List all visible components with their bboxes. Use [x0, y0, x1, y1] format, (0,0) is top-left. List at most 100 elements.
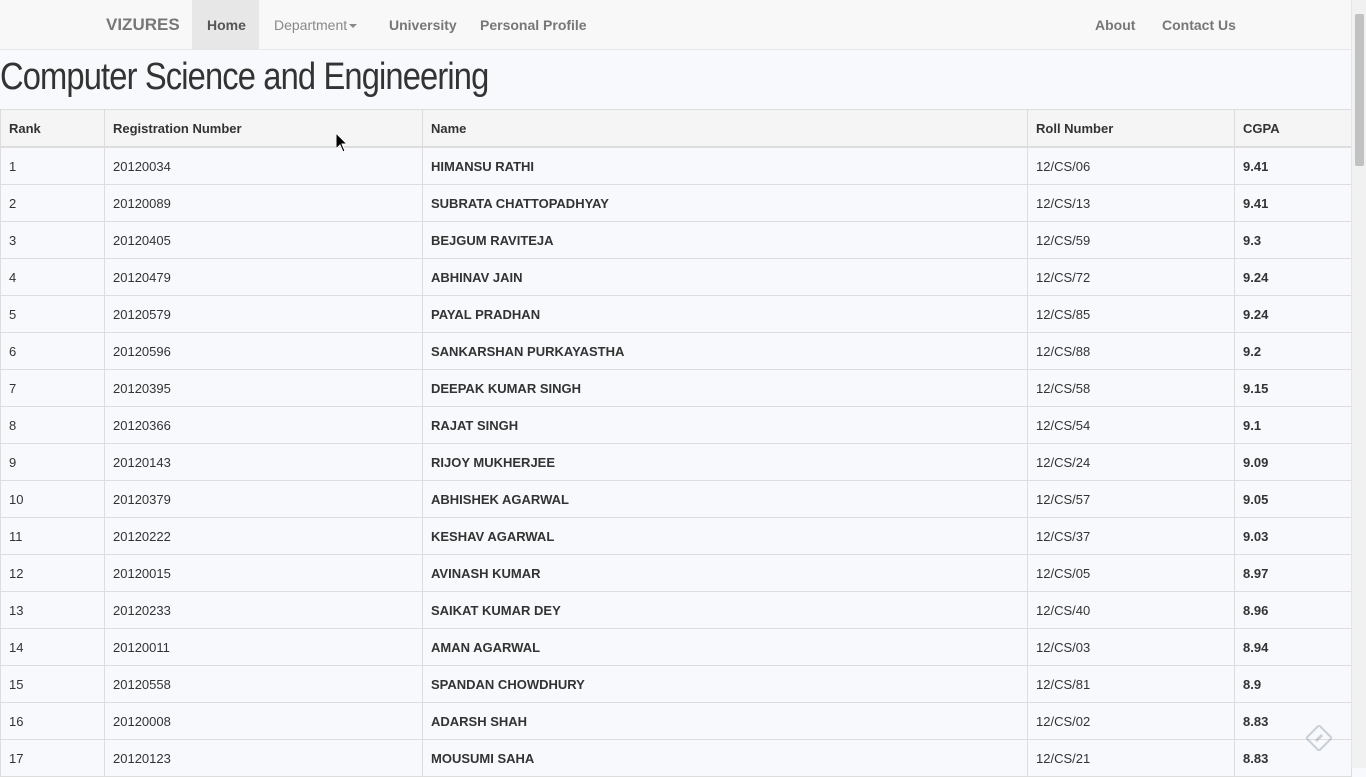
cell-registration-number: 20120558	[104, 665, 423, 703]
cell-roll-number: 12/CS/59	[1027, 221, 1235, 259]
cell-cgpa: 9.24	[1234, 295, 1352, 333]
header-cgpa[interactable]: CGPA	[1234, 109, 1352, 148]
cell-name: KESHAV AGARWAL	[422, 517, 1028, 555]
table-row: 16 20120008 ADARSH SHAH 12/CS/02 8.83	[0, 702, 1352, 740]
cell-rank: 2	[0, 184, 105, 222]
cell-cgpa: 9.41	[1234, 146, 1352, 185]
cell-name: AVINASH KUMAR	[422, 554, 1028, 592]
cell-name: HIMANSU RATHI	[422, 146, 1028, 185]
cell-name: BEJGUM RAVITEJA	[422, 221, 1028, 259]
cell-registration-number: 20120596	[104, 332, 423, 370]
cell-rank: 13	[0, 591, 105, 629]
table-header-row: Rank Registration Number Name Roll Numbe…	[0, 109, 1352, 148]
cell-rank: 17	[0, 739, 105, 777]
nav-about[interactable]: About	[1080, 0, 1150, 50]
table-row: 17 20120123 MOUSUMI SAHA 12/CS/21 8.83	[0, 739, 1352, 777]
cell-registration-number: 20120222	[104, 517, 423, 555]
cell-registration-number: 20120008	[104, 702, 423, 740]
nav-department[interactable]: Department	[259, 0, 372, 50]
cell-cgpa: 8.83	[1234, 739, 1352, 777]
cell-rank: 10	[0, 480, 105, 518]
cell-registration-number: 20120011	[104, 628, 423, 666]
cell-name: RAJAT SINGH	[422, 406, 1028, 444]
cell-rank: 8	[0, 406, 105, 444]
cell-name: SAIKAT KUMAR DEY	[422, 591, 1028, 629]
edit-pencil-icon[interactable]	[1306, 725, 1332, 751]
cell-cgpa: 9.09	[1234, 443, 1352, 481]
vertical-scrollbar[interactable]	[1351, 0, 1366, 768]
nav-department-label: Department	[274, 17, 348, 33]
cell-roll-number: 12/CS/21	[1027, 739, 1235, 777]
cell-roll-number: 12/CS/24	[1027, 443, 1235, 481]
cell-roll-number: 12/CS/40	[1027, 591, 1235, 629]
cell-rank: 4	[0, 258, 105, 296]
cell-name: RIJOY MUKHERJEE	[422, 443, 1028, 481]
cell-name: SANKARSHAN PURKAYASTHA	[422, 332, 1028, 370]
table-row: 3 20120405 BEJGUM RAVITEJA 12/CS/59 9.3	[0, 221, 1352, 259]
cell-roll-number: 12/CS/03	[1027, 628, 1235, 666]
cell-name: AMAN AGARWAL	[422, 628, 1028, 666]
header-name[interactable]: Name	[422, 109, 1028, 148]
cell-roll-number: 12/CS/81	[1027, 665, 1235, 703]
cell-roll-number: 12/CS/57	[1027, 480, 1235, 518]
cell-registration-number: 20120405	[104, 221, 423, 259]
cell-registration-number: 20120034	[104, 146, 423, 185]
cell-name: DEEPAK KUMAR SINGH	[422, 369, 1028, 407]
navbar: VIZURES Home Department University Perso…	[0, 0, 1351, 50]
cell-name: ABHINAV JAIN	[422, 258, 1028, 296]
table-row: 5 20120579 PAYAL PRADHAN 12/CS/85 9.24	[0, 295, 1352, 333]
cell-rank: 14	[0, 628, 105, 666]
nav-contact-us[interactable]: Contact Us	[1147, 0, 1251, 50]
cell-cgpa: 8.9	[1234, 665, 1352, 703]
table-row: 10 20120379 ABHISHEK AGARWAL 12/CS/57 9.05	[0, 480, 1352, 518]
cell-registration-number: 20120089	[104, 184, 423, 222]
cell-cgpa: 9.24	[1234, 258, 1352, 296]
header-roll-number[interactable]: Roll Number	[1027, 109, 1235, 148]
cell-registration-number: 20120379	[104, 480, 423, 518]
cell-registration-number: 20120143	[104, 443, 423, 481]
header-rank[interactable]: Rank	[0, 109, 105, 148]
table-row: 15 20120558 SPANDAN CHOWDHURY 12/CS/81 8.9	[0, 665, 1352, 703]
cell-rank: 3	[0, 221, 105, 259]
header-registration-number[interactable]: Registration Number	[104, 109, 423, 148]
scrollbar-thumb[interactable]	[1355, 14, 1364, 166]
cell-registration-number: 20120123	[104, 739, 423, 777]
cell-rank: 5	[0, 295, 105, 333]
cell-rank: 7	[0, 369, 105, 407]
cell-cgpa: 9.05	[1234, 480, 1352, 518]
cell-rank: 1	[0, 146, 105, 185]
table-row: 7 20120395 DEEPAK KUMAR SINGH 12/CS/58 9.15	[0, 369, 1352, 407]
cell-registration-number: 20120479	[104, 258, 423, 296]
nav-home[interactable]: Home	[192, 0, 259, 50]
cell-roll-number: 12/CS/88	[1027, 332, 1235, 370]
cell-rank: 6	[0, 332, 105, 370]
table-row: 12 20120015 AVINASH KUMAR 12/CS/05 8.97	[0, 554, 1352, 592]
table-row: 8 20120366 RAJAT SINGH 12/CS/54 9.1	[0, 406, 1352, 444]
cell-name: MOUSUMI SAHA	[422, 739, 1028, 777]
cell-registration-number: 20120395	[104, 369, 423, 407]
cell-registration-number: 20120366	[104, 406, 423, 444]
cell-roll-number: 12/CS/54	[1027, 406, 1235, 444]
cell-rank: 11	[0, 517, 105, 555]
table-row: 9 20120143 RIJOY MUKHERJEE 12/CS/24 9.09	[0, 443, 1352, 481]
cell-cgpa: 8.96	[1234, 591, 1352, 629]
cell-rank: 16	[0, 702, 105, 740]
cell-name: ABHISHEK AGARWAL	[422, 480, 1028, 518]
nav-university[interactable]: University	[374, 0, 472, 50]
table-row: 1 20120034 HIMANSU RATHI 12/CS/06 9.41	[0, 146, 1352, 185]
cell-cgpa: 9.41	[1234, 184, 1352, 222]
cell-name: PAYAL PRADHAN	[422, 295, 1028, 333]
cell-roll-number: 12/CS/58	[1027, 369, 1235, 407]
cell-registration-number: 20120233	[104, 591, 423, 629]
cell-cgpa: 8.94	[1234, 628, 1352, 666]
nav-personal-profile[interactable]: Personal Profile	[465, 0, 602, 50]
ranking-table: Rank Registration Number Name Roll Numbe…	[0, 109, 1352, 777]
cell-cgpa: 9.03	[1234, 517, 1352, 555]
cell-name: SPANDAN CHOWDHURY	[422, 665, 1028, 703]
cell-cgpa: 9.3	[1234, 221, 1352, 259]
cell-rank: 9	[0, 443, 105, 481]
cell-rank: 15	[0, 665, 105, 703]
cell-roll-number: 12/CS/05	[1027, 554, 1235, 592]
cell-cgpa: 9.1	[1234, 406, 1352, 444]
brand-logo[interactable]: VIZURES	[106, 15, 180, 35]
